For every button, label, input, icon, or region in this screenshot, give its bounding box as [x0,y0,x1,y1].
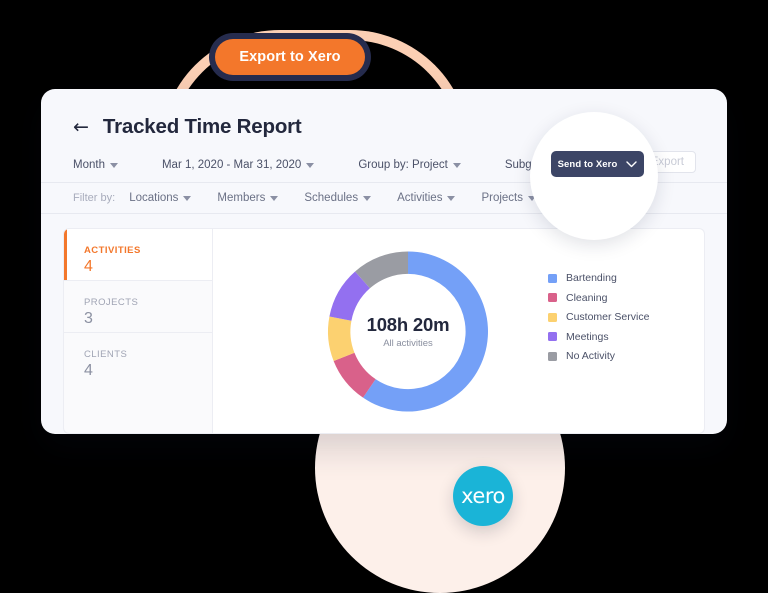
legend-swatch-icon [548,293,557,302]
send-to-xero-button[interactable]: Send to Xero [551,151,644,177]
donut-sub-label: All activities [383,337,433,349]
sidebar-item-label: PROJECTS [84,297,139,308]
chevron-down-icon [363,195,372,201]
filter-schedules-label: Schedules [304,192,359,204]
sidebar-item-count: 3 [84,310,93,327]
filter-members-label: Members [217,192,266,204]
donut-chart: 108h 20m All activities [313,244,503,419]
filter-schedules-dropdown[interactable]: Schedules [304,192,372,204]
filter-activities-label: Activities [397,192,443,204]
chevron-down-icon [270,195,279,201]
chevron-down-icon [626,160,638,167]
filter-by-label: Filter by: [73,192,116,204]
back-arrow-icon[interactable]: ← [73,117,89,137]
sidebar-item-label: ACTIVITIES [84,245,141,256]
sidebar-item-count: 4 [84,258,93,275]
chart-legend: Bartending Cleaning Customer Service Meetin… [548,272,649,370]
legend-item[interactable]: Cleaning [548,292,649,304]
group-by-label: Group by: Project [358,159,448,171]
legend-item[interactable]: Meetings [548,331,649,343]
export-to-xero-button-label[interactable]: Export to Xero [215,39,365,75]
filter-activities-dropdown[interactable]: Activities [397,192,456,204]
screenshot-stage: Export to Xero ← Tracked Time Report Mon… [0,0,768,593]
legend-swatch-icon [548,351,557,361]
period-label: Month [73,159,105,171]
filter-projects-dropdown[interactable]: Projects [481,192,536,204]
chart-panel: 108h 20m All activities Bartending Cleani… [213,228,705,434]
legend-swatch-icon [548,273,557,283]
sidebar-item-activities[interactable]: ACTIVITIES 4 [64,229,212,281]
filter-members-dropdown[interactable]: Members [217,192,279,204]
chevron-down-icon [109,162,118,168]
xero-logo-badge: xero [453,466,513,526]
donut-center-text: 108h 20m All activities [313,244,503,419]
legend-swatch-icon [548,332,557,341]
report-sidebar: ACTIVITIES 4 PROJECTS 3 CLIENTS 4 [63,228,213,434]
legend-label: Bartending [566,272,617,284]
filter-locations-label: Locations [129,192,179,204]
legend-item[interactable]: No Activity [548,350,649,362]
legend-item[interactable]: Customer Service [548,311,649,323]
filter-projects-label: Projects [481,192,523,204]
legend-swatch-icon [548,312,557,322]
legend-label: Meetings [566,330,609,343]
period-dropdown[interactable]: Month [73,159,118,171]
date-range-label: Mar 1, 2020 - Mar 31, 2020 [161,159,302,171]
date-range-dropdown[interactable]: Mar 1, 2020 - Mar 31, 2020 [161,159,315,171]
card-body: ACTIVITIES 4 PROJECTS 3 CLIENTS 4 108h 2… [41,214,727,456]
chevron-down-icon [183,195,192,201]
filter-locations-dropdown[interactable]: Locations [129,192,192,204]
chevron-down-icon [452,162,461,168]
legend-label: Cleaning [566,291,608,304]
page-title: Tracked Time Report [102,115,302,138]
sidebar-item-label: CLIENTS [84,349,128,360]
legend-label: No Activity [566,350,616,362]
chevron-down-icon [447,195,456,201]
donut-total-value: 108h 20m [366,313,450,335]
group-by-dropdown[interactable]: Group by: Project [358,159,461,171]
export-to-xero-callout[interactable]: Export to Xero [209,33,371,81]
legend-label: Customer Service [566,311,650,323]
sidebar-item-count: 4 [84,362,93,379]
legend-item[interactable]: Bartending [548,272,649,284]
chevron-down-icon [306,162,315,168]
sidebar-item-clients[interactable]: CLIENTS 4 [64,333,212,385]
sidebar-item-projects[interactable]: PROJECTS 3 [64,281,212,333]
xero-logo-text: xero [461,484,505,508]
send-to-xero-label: Send to Xero [557,158,618,170]
